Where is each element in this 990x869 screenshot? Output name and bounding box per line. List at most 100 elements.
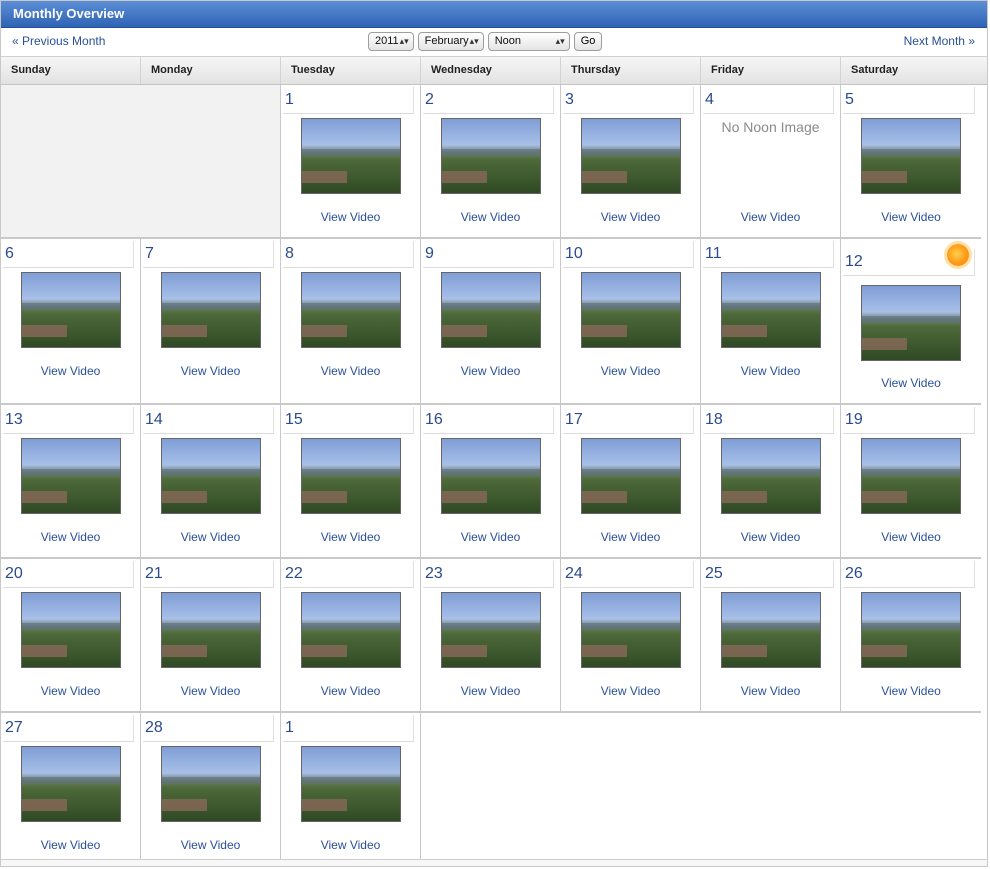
view-video-link[interactable]: View Video [281,210,420,224]
view-video-link[interactable]: View Video [841,530,981,544]
calendar-day: 11 View Video [701,239,841,405]
view-video-link[interactable]: View Video [561,684,700,698]
chevron-updown-icon: ▴▾ [399,36,409,46]
day-number: 22 [285,565,303,582]
day-thumbnail[interactable] [721,438,821,514]
day-thumbnail[interactable] [721,592,821,668]
view-video-link[interactable]: View Video [561,364,700,378]
view-video-link[interactable]: View Video [421,210,560,224]
next-month-link[interactable]: Next Month » [904,34,975,48]
day-thumbnail[interactable] [721,272,821,348]
view-video-link[interactable]: View Video [141,530,280,544]
calendar-day: 17 View Video [561,405,701,559]
calendar-toolbar: « Previous Month 2011 ▴▾ February ▴▾ Noo… [1,28,987,57]
time-select-value: Noon [494,35,521,47]
day-thumbnail[interactable] [21,272,121,348]
view-video-link[interactable]: View Video [701,364,840,378]
day-thumbnail[interactable] [441,438,541,514]
month-select[interactable]: February ▴▾ [417,32,484,51]
year-select[interactable]: 2011 ▴▾ [368,32,414,51]
calendar-week-4: 20 View Video 21 View Video 22 View Vide… [1,559,987,713]
view-video-link[interactable]: View Video [421,364,560,378]
view-video-link[interactable]: View Video [701,530,840,544]
day-thumbnail[interactable] [21,746,121,822]
calendar-day: 2 View Video [421,85,561,239]
day-thumbnail[interactable] [161,438,261,514]
weekday-friday: Friday [701,57,841,84]
view-video-link[interactable]: View Video [281,530,420,544]
view-video-link[interactable]: View Video [421,684,560,698]
view-video-link[interactable]: View Video [141,684,280,698]
calendar-week-2: 6 View Video 7 View Video 8 View Video 9 [1,239,987,405]
view-video-link[interactable]: View Video [421,530,560,544]
previous-month-link[interactable]: « Previous Month [12,34,105,48]
view-video-link[interactable]: View Video [1,684,140,698]
go-button[interactable]: Go [573,32,603,51]
day-thumbnail[interactable] [161,272,261,348]
day-thumbnail[interactable] [581,118,681,194]
view-video-link[interactable]: View Video [1,364,140,378]
chevron-updown-icon: ▴▾ [469,36,479,46]
day-number: 1 [285,719,294,736]
calendar-day: 7 View Video [141,239,281,405]
calendar-day-selected: 12 View Video [841,239,981,405]
day-thumbnail[interactable] [861,285,961,361]
day-thumbnail[interactable] [861,118,961,194]
day-thumbnail[interactable] [161,746,261,822]
view-video-link[interactable]: View Video [701,210,840,224]
calendar-grid: 1 View Video 2 View Video 3 View Video 4 [1,85,987,866]
view-video-link[interactable]: View Video [141,364,280,378]
day-thumbnail[interactable] [581,592,681,668]
day-number: 15 [285,411,303,428]
view-video-link[interactable]: View Video [281,684,420,698]
day-thumbnail[interactable] [301,438,401,514]
view-video-link[interactable]: View Video [1,530,140,544]
calendar-day: 5 View Video [841,85,981,239]
view-video-link[interactable]: View Video [841,684,981,698]
day-thumbnail[interactable] [861,438,961,514]
weekday-tuesday: Tuesday [281,57,421,84]
empty-days [1,85,281,239]
view-video-link[interactable]: View Video [281,838,420,852]
day-number: 2 [425,91,434,108]
day-number: 9 [425,245,434,262]
day-thumbnail[interactable] [441,118,541,194]
view-video-link[interactable]: View Video [561,530,700,544]
day-thumbnail[interactable] [301,592,401,668]
view-video-link[interactable]: View Video [841,210,981,224]
day-thumbnail[interactable] [301,746,401,822]
calendar-day: 1 View Video [281,85,421,239]
day-thumbnail[interactable] [21,438,121,514]
view-video-link[interactable]: View Video [281,364,420,378]
day-thumbnail[interactable] [301,118,401,194]
view-video-link[interactable]: View Video [1,838,140,852]
day-number: 4 [705,91,714,108]
empty-days [421,713,981,866]
day-number: 26 [845,565,863,582]
calendar-day: 8 View Video [281,239,421,405]
day-thumbnail[interactable] [21,592,121,668]
calendar-day: 18 View Video [701,405,841,559]
day-thumbnail[interactable] [301,272,401,348]
panel-footer [1,859,987,866]
calendar-week-1: 1 View Video 2 View Video 3 View Video 4 [1,85,987,239]
day-thumbnail[interactable] [581,438,681,514]
day-thumbnail[interactable] [441,592,541,668]
time-select[interactable]: Noon ▴▾ [487,32,570,51]
day-number: 14 [145,411,163,428]
calendar-week-3: 13 View Video 14 View Video 15 View Vide… [1,405,987,559]
weekday-saturday: Saturday [851,64,899,76]
day-thumbnail[interactable] [161,592,261,668]
view-video-link[interactable]: View Video [701,684,840,698]
calendar-day: 1 View Video [281,713,421,866]
day-thumbnail[interactable] [441,272,541,348]
calendar-day: 6 View Video [1,239,141,405]
view-video-link[interactable]: View Video [561,210,700,224]
calendar-day: 20 View Video [1,559,141,713]
view-video-link[interactable]: View Video [841,376,981,390]
day-number: 23 [425,565,443,582]
view-video-link[interactable]: View Video [141,838,280,852]
day-number: 21 [145,565,163,582]
day-thumbnail[interactable] [581,272,681,348]
day-thumbnail[interactable] [861,592,961,668]
